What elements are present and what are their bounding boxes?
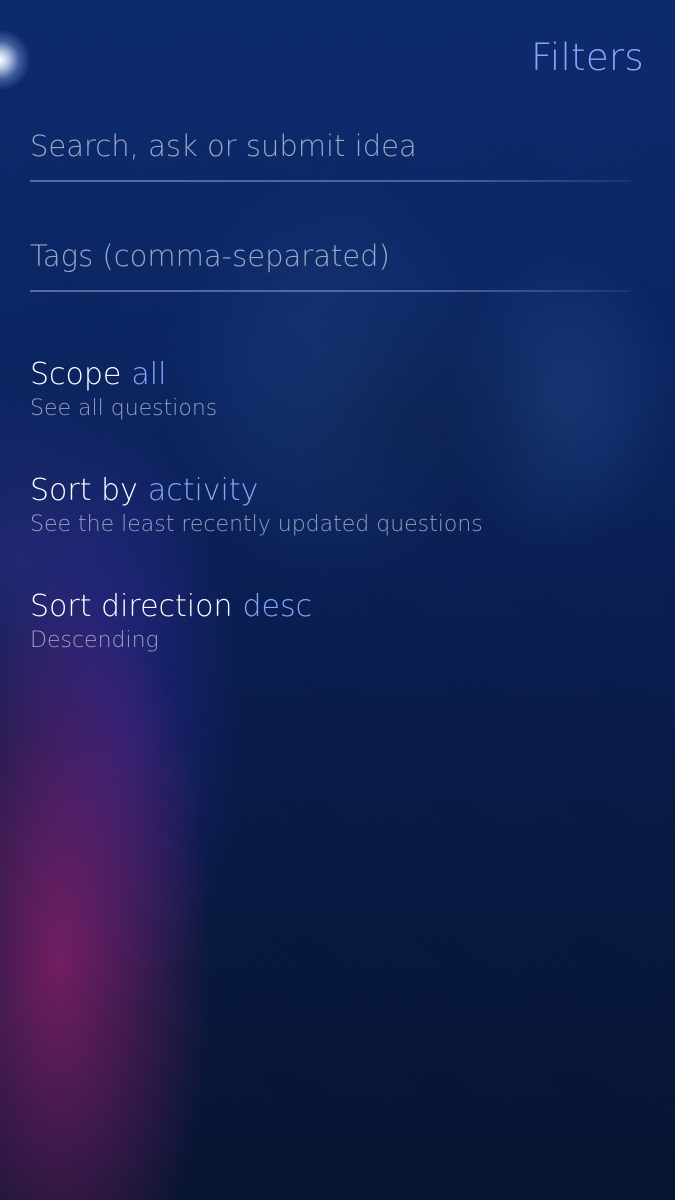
sort-direction-label: Sort direction (30, 589, 233, 624)
tags-field-underline (30, 290, 630, 292)
scope-value: all (131, 357, 167, 392)
tags-input[interactable] (30, 232, 630, 280)
sort-by-description: See the least recently updated questions (30, 512, 483, 537)
sort-by-combo-box[interactable]: Sort by activity See the least recently u… (30, 473, 650, 537)
sort-by-label: Sort by (30, 473, 138, 508)
page-header-title: Filters (530, 36, 644, 79)
sort-direction-value: desc (242, 589, 313, 624)
tags-field[interactable] (30, 232, 630, 292)
sort-direction-combo-line: Sort direction desc (30, 589, 650, 624)
search-field[interactable] (30, 122, 630, 182)
sort-direction-combo-box[interactable]: Sort direction desc Descending (30, 589, 650, 653)
sort-by-combo-line: Sort by activity (30, 473, 650, 508)
scope-label: Scope (30, 357, 122, 392)
search-field-underline (30, 180, 630, 182)
search-input[interactable] (30, 122, 630, 170)
sort-direction-description: Descending (30, 628, 159, 653)
sort-by-value: activity (147, 473, 259, 508)
scope-description: See all questions (30, 396, 218, 421)
scope-combo-line: Scope all (30, 357, 650, 392)
scope-combo-box[interactable]: Scope all See all questions (30, 357, 650, 421)
